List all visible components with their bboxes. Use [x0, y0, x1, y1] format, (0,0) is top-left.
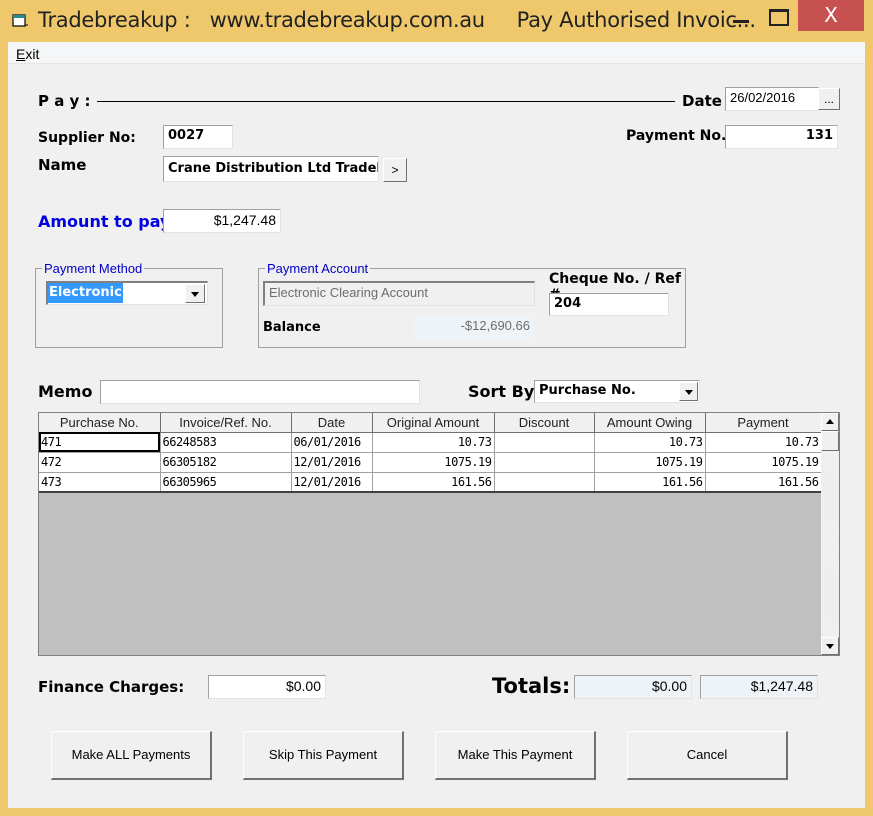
invoice-table: Purchase No. Invoice/Ref. No. Date Origi…	[39, 413, 822, 493]
memo-field[interactable]	[100, 380, 420, 404]
menu-bar: Exit	[8, 42, 865, 64]
cell-owing[interactable]: 1075.19	[594, 452, 706, 473]
totals-label: Totals:	[492, 674, 571, 698]
scroll-down-icon[interactable]	[821, 637, 839, 655]
cell-discount[interactable]	[494, 452, 595, 473]
cell-invoice[interactable]: 66305182	[160, 452, 292, 473]
cell-discount[interactable]	[494, 432, 595, 453]
pay-divider	[97, 101, 675, 102]
cell-date[interactable]: 12/01/2016	[291, 472, 373, 493]
supplier-name-field[interactable]: Crane Distribution Ltd Tradelin	[163, 156, 379, 182]
cell-owing[interactable]: 161.56	[594, 472, 706, 493]
maximize-button[interactable]	[760, 0, 800, 31]
menu-exit-label: xit	[25, 46, 40, 62]
cheque-no-field[interactable]: 204	[549, 293, 669, 316]
supplier-no-field[interactable]: 0027	[163, 125, 233, 149]
balance-label: Balance	[263, 320, 321, 335]
grid-vertical-scrollbar[interactable]	[821, 413, 839, 655]
date-label: Date	[682, 92, 722, 110]
cell-payment[interactable]: 161.56	[705, 472, 822, 493]
payment-method-select[interactable]: Electronic	[46, 281, 208, 305]
balance-value: -$12,690.66	[414, 316, 534, 340]
payment-method-value: Electronic	[48, 283, 123, 303]
make-all-payments-button[interactable]: Make ALL Payments	[51, 731, 212, 780]
menu-exit[interactable]: Exit	[16, 46, 39, 62]
window-title: Tradebreakup : www.tradebreakup.com.au P…	[38, 8, 756, 32]
col-purchase-no[interactable]: Purchase No.	[39, 413, 161, 433]
cell-owing[interactable]: 10.73	[594, 432, 706, 453]
cell-payment[interactable]: 1075.19	[705, 452, 822, 473]
date-field[interactable]: 26/02/2016	[725, 87, 819, 111]
grid-header-row: Purchase No. Invoice/Ref. No. Date Origi…	[39, 413, 822, 433]
col-invoice-ref[interactable]: Invoice/Ref. No.	[160, 413, 292, 433]
invoice-grid: Purchase No. Invoice/Ref. No. Date Origi…	[38, 412, 840, 656]
amount-to-pay-field: $1,247.48	[163, 209, 281, 233]
supplier-no-label: Supplier No:	[38, 130, 136, 146]
payment-no-label: Payment No.	[626, 128, 727, 144]
totals-discount-field: $0.00	[574, 675, 692, 699]
sort-chevron-down-icon[interactable]	[679, 382, 698, 401]
payment-method-group: Payment Method Electronic	[35, 261, 223, 348]
app-icon	[12, 14, 28, 27]
totals-payment-field: $1,247.48	[700, 675, 818, 699]
table-row[interactable]: 471 66248583 06/01/2016 10.73 10.73 10.7…	[39, 432, 822, 453]
cell-date[interactable]: 06/01/2016	[291, 432, 373, 453]
table-row[interactable]: 473 66305965 12/01/2016 161.56 161.56 16…	[39, 472, 822, 493]
cell-original[interactable]: 1075.19	[372, 452, 495, 473]
name-label: Name	[38, 156, 87, 174]
supplier-lookup-button[interactable]: >	[383, 158, 407, 182]
sort-by-label: Sort By	[468, 382, 535, 401]
col-discount[interactable]: Discount	[494, 413, 595, 433]
scroll-up-icon[interactable]	[821, 413, 839, 431]
title-bar: Tradebreakup : www.tradebreakup.com.au P…	[0, 0, 873, 42]
sort-by-select[interactable]: Purchase No.	[534, 380, 700, 403]
cell-invoice[interactable]: 66305965	[160, 472, 292, 493]
amount-to-pay-label: Amount to pay	[38, 212, 171, 231]
payment-no-field[interactable]: 131	[725, 125, 838, 149]
cell-original[interactable]: 161.56	[372, 472, 495, 493]
scroll-thumb[interactable]	[821, 431, 839, 451]
col-amount-owing[interactable]: Amount Owing	[594, 413, 706, 433]
chevron-down-icon[interactable]	[185, 284, 205, 303]
close-button[interactable]: X	[798, 0, 864, 31]
cell-payment[interactable]: 10.73	[705, 432, 822, 453]
cell-original[interactable]: 10.73	[372, 432, 495, 453]
cell-invoice[interactable]: 66248583	[160, 432, 292, 453]
finance-charges-field[interactable]: $0.00	[208, 675, 326, 699]
make-this-payment-button[interactable]: Make This Payment	[435, 731, 596, 780]
col-date[interactable]: Date	[291, 413, 373, 433]
date-picker-button[interactable]: ...	[818, 88, 840, 110]
col-original-amount[interactable]: Original Amount	[372, 413, 495, 433]
table-row[interactable]: 472 66305182 12/01/2016 1075.19 1075.19 …	[39, 452, 822, 473]
payment-account-group: Payment Account Electronic Clearing Acco…	[258, 261, 686, 348]
cancel-button[interactable]: Cancel	[627, 731, 788, 780]
memo-label: Memo	[38, 382, 93, 401]
menu-exit-accelerator: E	[16, 46, 26, 62]
cell-purchase-no[interactable]: 471	[39, 432, 161, 453]
col-payment[interactable]: Payment	[705, 413, 822, 433]
cell-purchase-no[interactable]: 473	[39, 472, 161, 493]
payment-account-title: Payment Account	[265, 261, 371, 276]
close-icon: X	[824, 3, 838, 27]
client-area: Exit P a y : Date 26/02/2016 ... Supplie…	[8, 42, 865, 808]
pay-label: P a y :	[38, 92, 91, 110]
payment-method-title: Payment Method	[42, 261, 145, 276]
payment-account-field: Electronic Clearing Account	[263, 281, 535, 306]
cell-discount[interactable]	[494, 472, 595, 493]
cell-date[interactable]: 12/01/2016	[291, 452, 373, 473]
cell-purchase-no[interactable]: 472	[39, 452, 161, 473]
skip-this-payment-button[interactable]: Skip This Payment	[243, 731, 404, 780]
finance-charges-label: Finance Charges:	[38, 678, 185, 696]
